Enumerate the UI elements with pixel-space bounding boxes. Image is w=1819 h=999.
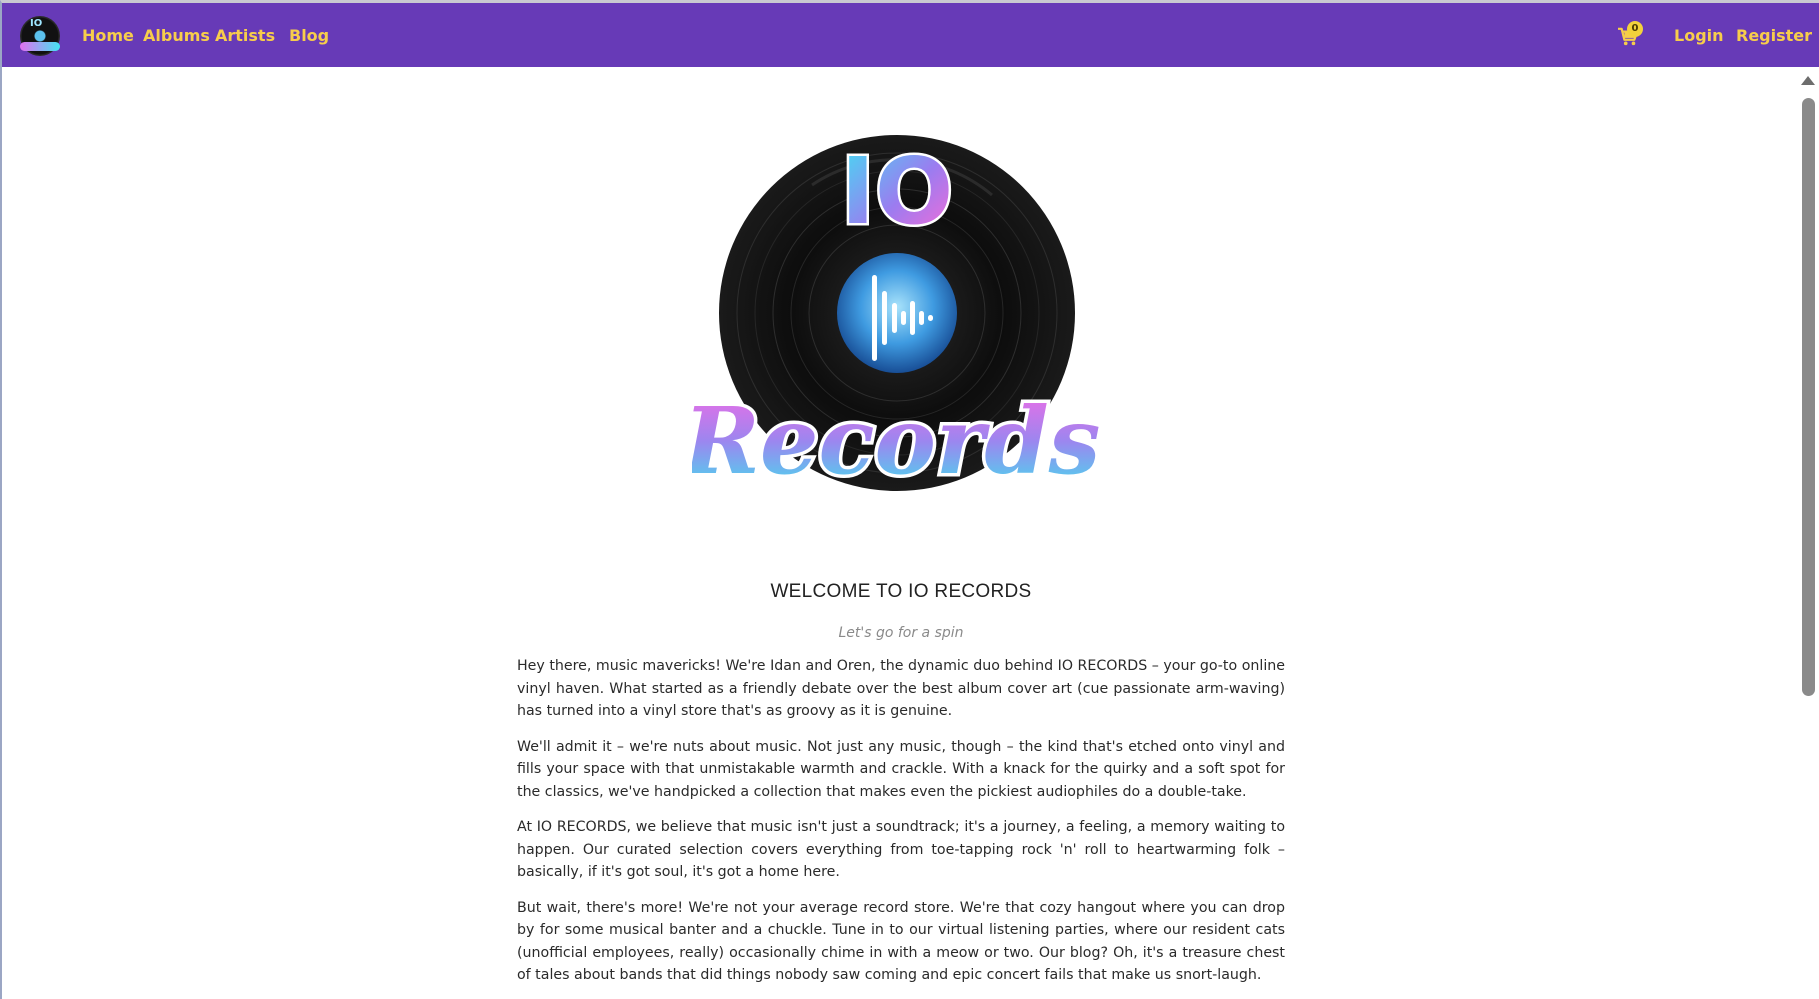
io-records-logo: IO Records [677, 115, 1104, 527]
intro-paragraph: Hey there, music mavericks! We're Idan a… [517, 658, 1285, 719]
page-title: WELCOME TO IO RECORDS [770, 581, 1032, 602]
intro-paragraph: At IO RECORDS, we believe that music isn… [517, 819, 1285, 880]
browser-viewport: IO Home Albums Artists Blog 0 Login Regi… [0, 0, 1819, 999]
cart-count-badge: 0 [1627, 21, 1643, 37]
main-content: WELCOME TO IO RECORDS Let's go for a spi… [517, 581, 1285, 999]
register-link[interactable]: Register [1736, 26, 1812, 45]
login-link[interactable]: Login [1674, 26, 1724, 45]
nav-link-blog[interactable]: Blog [289, 26, 329, 45]
navbar: IO Home Albums Artists Blog 0 Login Regi… [2, 3, 1819, 67]
nav-link-artists[interactable]: Artists [215, 26, 275, 45]
nav-link-albums[interactable]: Albums [143, 26, 210, 45]
site-logo-icon[interactable]: IO [20, 16, 60, 56]
scroll-up-arrow-icon[interactable] [1801, 76, 1815, 85]
logo-records-text: Records [692, 387, 1100, 495]
intro-paragraph: But wait, there's more! We're not your a… [517, 899, 1285, 984]
scrollbar-thumb[interactable] [1802, 98, 1815, 696]
nav-link-home[interactable]: Home [82, 26, 134, 45]
intro-paragraph: We'll admit it – we're nuts about music.… [517, 738, 1285, 800]
logo-io-text: IO [841, 138, 953, 245]
tagline: Let's go for a spin [838, 625, 964, 641]
